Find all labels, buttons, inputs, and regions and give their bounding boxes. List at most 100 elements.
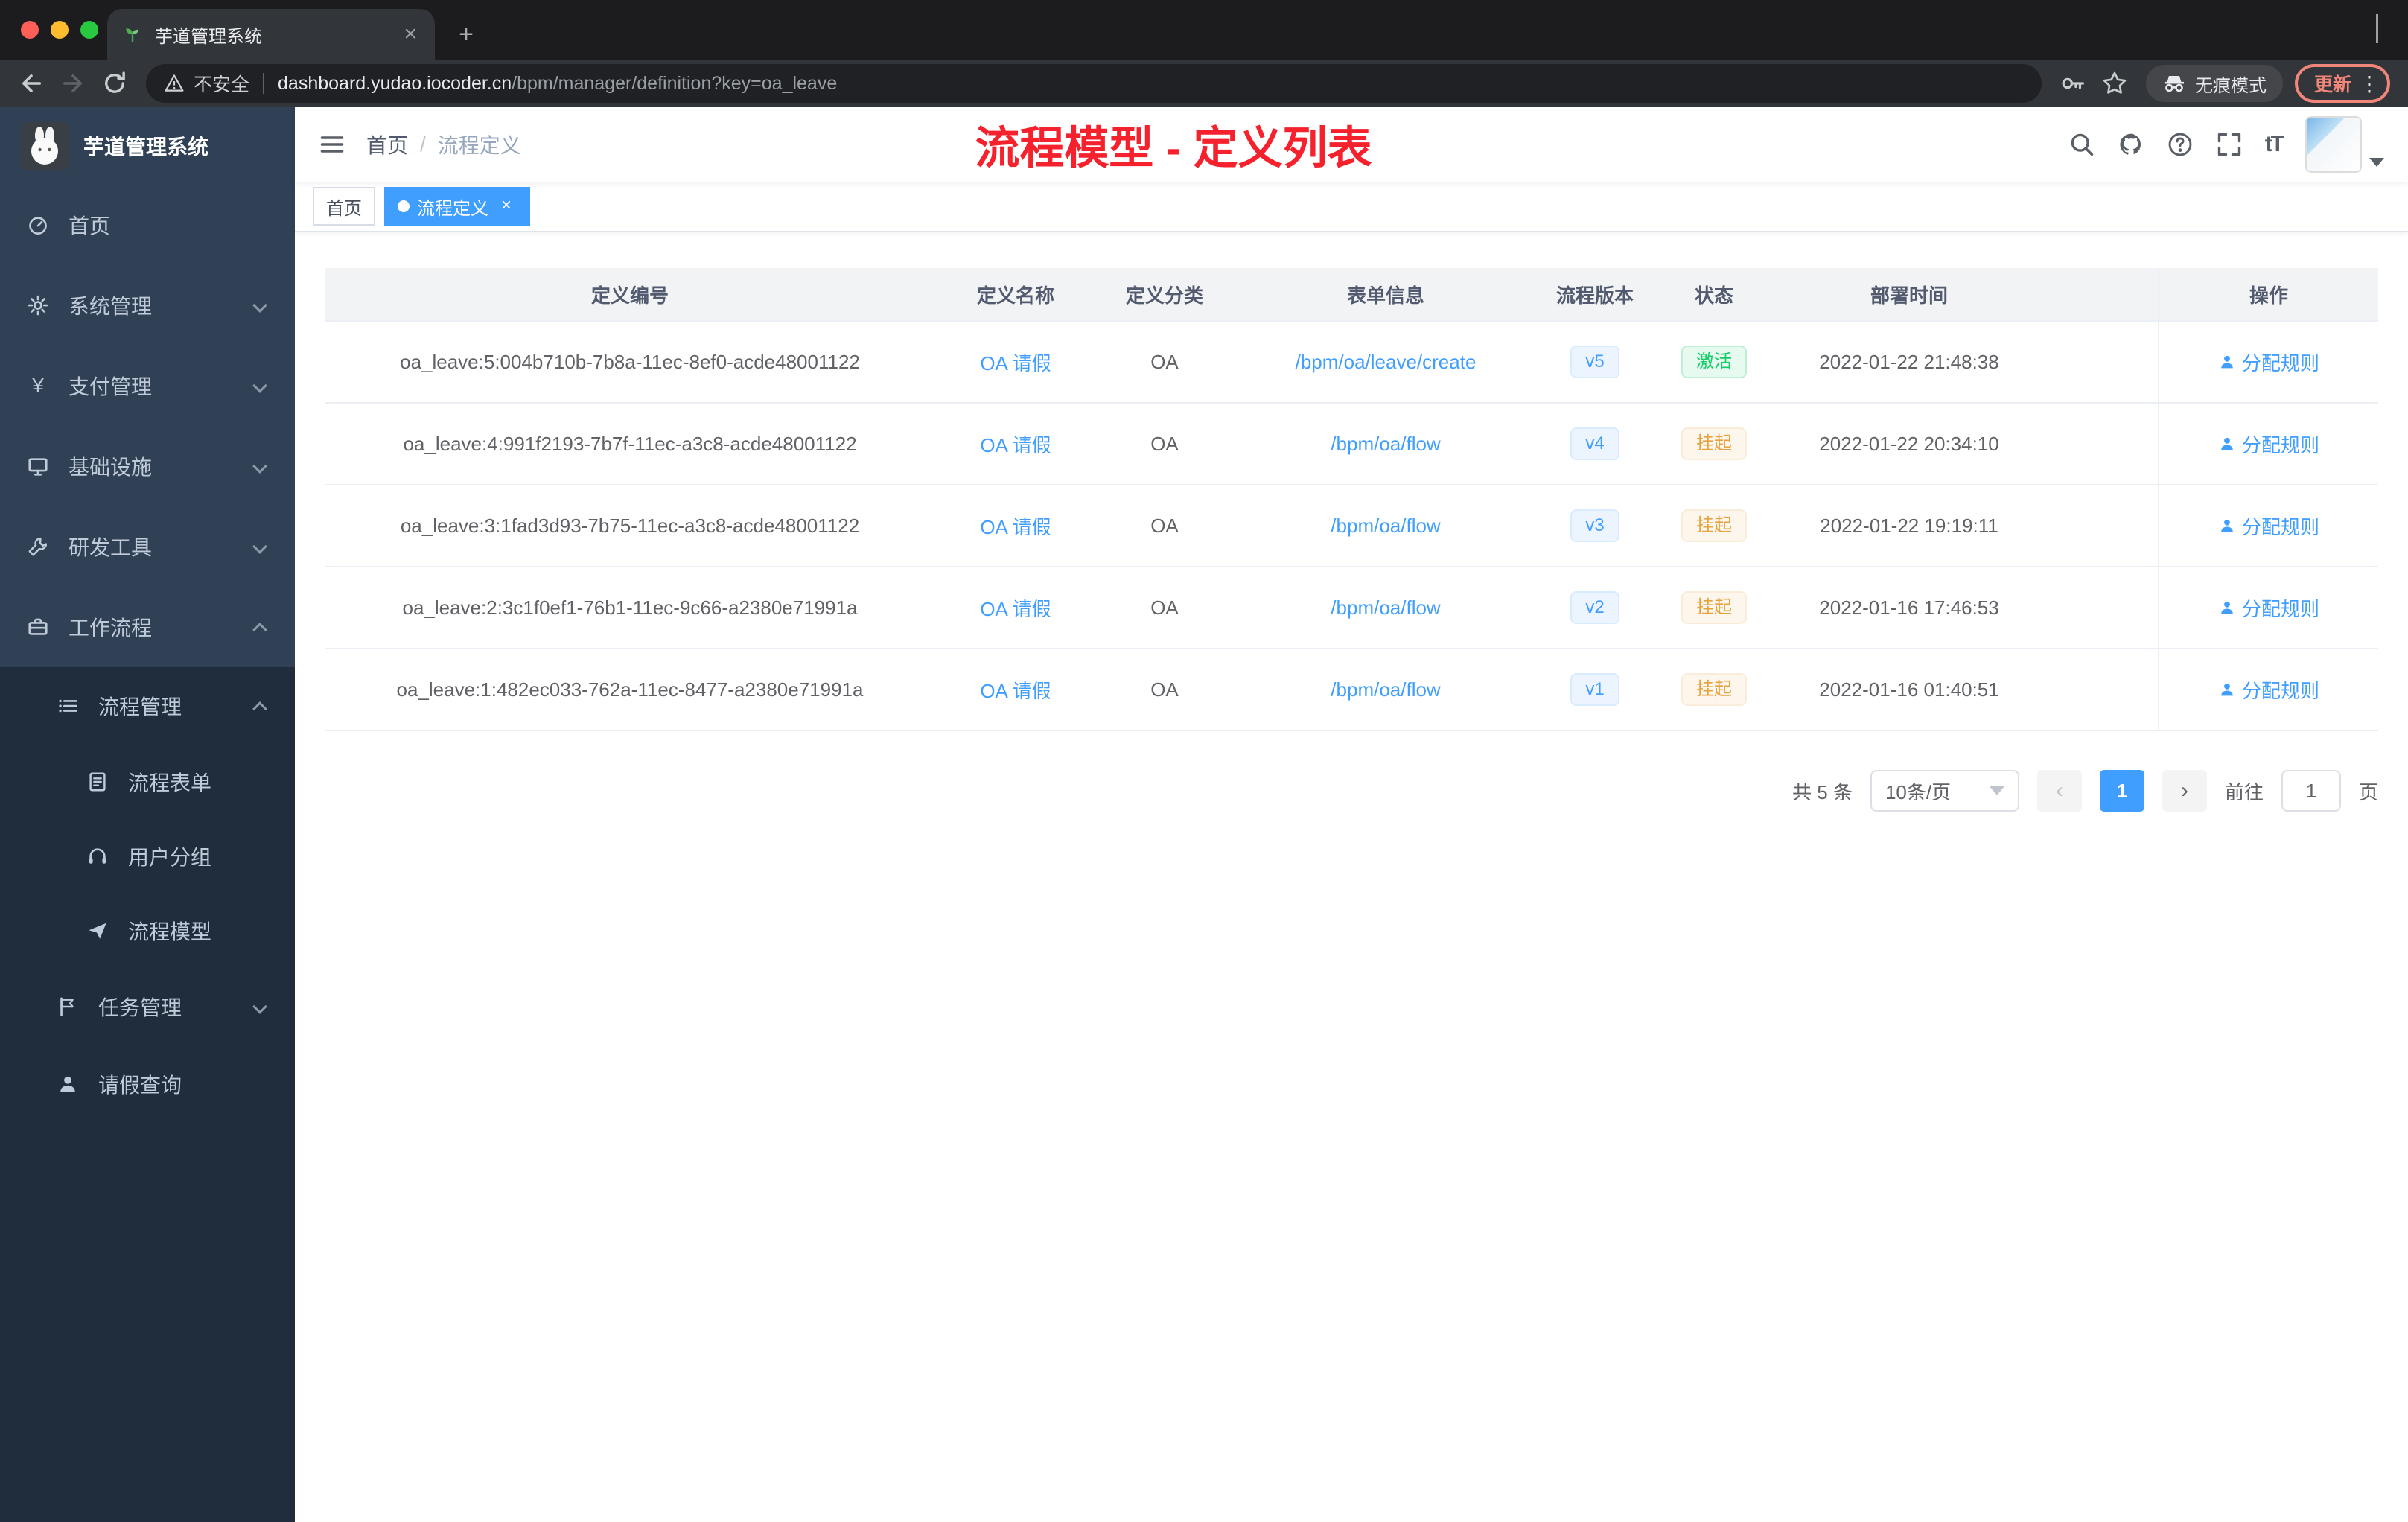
assign-rule-link[interactable]: 分配规则 (2218, 594, 2319, 622)
list-icon (59, 699, 77, 713)
chevron-up-icon (252, 701, 267, 716)
sidebar-item-workflow[interactable]: 工作流程 (0, 587, 295, 667)
col-process-version: 流程版本 (1555, 284, 1634, 307)
bookmark-star-icon[interactable] (2095, 64, 2134, 103)
help-icon[interactable] (2167, 131, 2194, 158)
breadcrumb-home[interactable]: 首页 (366, 130, 408, 159)
table-row: oa_leave:4:991f2193-7b7f-11ec-a3c8-acde4… (325, 404, 2378, 485)
sidebar: 芋道管理系统 首页 系统管理 ¥ 支付管理 基础设施 研发工具 工作流程 流程管… (0, 107, 295, 1522)
sidebar-item-user-group[interactable]: 用户分组 (0, 819, 295, 894)
page-content: 定义编号 定义名称 定义分类 表单信息 流程版本 状态 部署时间 操作 oa_l… (295, 232, 2408, 1522)
logo-avatar (21, 122, 69, 170)
header-actions: tT (2068, 116, 2384, 173)
close-window-button[interactable] (21, 21, 39, 39)
page-size-select[interactable]: 10条/页 (1870, 770, 2019, 812)
form-document-icon (89, 772, 106, 792)
status-badge: 挂起 (1681, 590, 1747, 625)
sidebar-item-leave-query[interactable]: 请假查询 (0, 1045, 295, 1123)
security-label: 不安全 (194, 74, 250, 95)
assign-rule-link[interactable]: 分配规则 (2218, 676, 2319, 704)
avatar[interactable] (2305, 116, 2362, 173)
chevron-up-icon (252, 623, 267, 637)
reload-icon[interactable] (95, 64, 134, 103)
next-page-button[interactable]: › (2162, 770, 2207, 812)
person-icon (2221, 601, 2233, 614)
table-row: oa_leave:5:004b710b-7b8a-11ec-8ef0-acde4… (325, 322, 2378, 404)
password-key-icon[interactable] (2054, 64, 2092, 103)
chevron-down-icon (252, 378, 267, 393)
forward-icon[interactable] (54, 64, 92, 103)
col-definition-id: 定义编号 (590, 284, 669, 307)
sidebar-item-process-management[interactable]: 流程管理 (0, 667, 295, 745)
zoom-window-button[interactable] (80, 21, 98, 39)
active-tag-dot (398, 200, 410, 212)
security-chip[interactable]: 不安全 (164, 70, 249, 97)
chevron-down-icon (252, 298, 267, 313)
person-icon (2221, 683, 2233, 696)
incognito-badge: 无痕模式 (2145, 65, 2283, 102)
definition-name-link[interactable]: OA 请假 (980, 512, 1051, 540)
fullscreen-icon[interactable] (2216, 131, 2243, 158)
tab-search-chevron-icon[interactable] (2376, 14, 2408, 60)
search-icon[interactable] (2068, 131, 2095, 158)
definition-name-link[interactable]: OA 请假 (980, 676, 1051, 704)
tab-close-icon[interactable]: × (401, 23, 420, 45)
assign-rule-link[interactable]: 分配规则 (2218, 512, 2319, 540)
hamburger-icon[interactable] (319, 131, 345, 158)
headset-users-icon (89, 848, 106, 864)
form-link[interactable]: /bpm/oa/flow (1331, 596, 1440, 620)
goto-page-input[interactable] (2281, 770, 2341, 812)
address-bar[interactable]: 不安全 dashboard.yudao.iocoder.cn/bpm/manag… (146, 64, 2042, 103)
sidebar-item-infrastructure[interactable]: 基础设施 (0, 426, 295, 506)
definition-name-link[interactable]: OA 请假 (980, 348, 1051, 376)
omnibox-separator (263, 73, 265, 94)
cell-category: OA (1150, 432, 1179, 455)
sidebar-item-process-form[interactable]: 流程表单 (0, 745, 295, 819)
sidebar-item-payment-management[interactable]: ¥ 支付管理 (0, 346, 295, 426)
url-text: dashboard.yudao.iocoder.cn/bpm/manager/d… (278, 72, 838, 94)
prev-page-button[interactable]: ‹ (2036, 770, 2082, 812)
tag-process-definition[interactable]: 流程定义 × (384, 187, 530, 226)
cell-category: OA (1150, 596, 1179, 619)
sidebar-item-system-management[interactable]: 系统管理 (0, 265, 295, 346)
font-size-icon[interactable]: tT (2265, 132, 2284, 157)
definition-name-link[interactable]: OA 请假 (980, 430, 1051, 458)
page-1-button[interactable]: 1 (2099, 770, 2144, 812)
cell-definition-id: oa_leave:1:482ec033-762a-11ec-8477-a2380… (396, 678, 864, 701)
warning-icon (165, 74, 184, 92)
tag-home[interactable]: 首页 (313, 187, 375, 226)
form-link[interactable]: /bpm/oa/flow (1331, 433, 1440, 456)
form-link[interactable]: /bpm/oa/flow (1331, 515, 1440, 538)
tag-close-icon[interactable]: × (496, 196, 517, 217)
cell-definition-id: oa_leave:2:3c1f0ef1-76b1-11ec-9c66-a2380… (402, 596, 858, 619)
back-icon[interactable] (12, 64, 51, 103)
sidebar-item-process-model[interactable]: 流程模型 (0, 894, 295, 968)
browser-menu-icon[interactable]: ⋮ (2359, 71, 2380, 96)
assign-rule-link[interactable]: 分配规则 (2218, 430, 2319, 458)
table-header-row: 定义编号 定义名称 定义分类 表单信息 流程版本 状态 部署时间 操作 (325, 268, 2378, 322)
minimize-window-button[interactable] (51, 21, 69, 39)
browser-tab[interactable]: 芋道管理系统 × (107, 9, 435, 60)
sidebar-item-home[interactable]: 首页 (0, 185, 295, 265)
incognito-icon (2164, 76, 2184, 92)
new-tab-button[interactable]: + (447, 15, 485, 54)
form-link[interactable]: /bpm/oa/leave/create (1296, 351, 1477, 374)
tab-title: 芋道管理系统 (155, 26, 262, 47)
sidebar-logo[interactable]: 芋道管理系统 (0, 107, 295, 185)
table-row: oa_leave:3:1fad3d93-7b75-11ec-a3c8-acde4… (325, 485, 2378, 567)
form-link[interactable]: /bpm/oa/flow (1331, 678, 1440, 701)
github-icon[interactable] (2118, 131, 2144, 158)
user-avatar-menu[interactable] (2305, 116, 2384, 173)
version-badge: v4 (1570, 427, 1619, 461)
sidebar-item-dev-tools[interactable]: 研发工具 (0, 506, 295, 587)
assign-rule-link[interactable]: 分配规则 (2218, 348, 2319, 376)
pagination: 共 5 条 10条/页 ‹ 1 › 前往 页 (325, 770, 2378, 812)
status-badge: 激活 (1681, 345, 1747, 379)
status-badge: 挂起 (1681, 672, 1747, 707)
wrench-icon (28, 537, 48, 556)
definition-name-link[interactable]: OA 请假 (980, 594, 1051, 622)
cell-definition-id: oa_leave:5:004b710b-7b8a-11ec-8ef0-acde4… (400, 350, 860, 373)
update-chrome-button[interactable]: 更新 ⋮ (2294, 64, 2390, 103)
sidebar-item-task-management[interactable]: 任务管理 (0, 968, 295, 1045)
person-icon (2221, 437, 2233, 450)
